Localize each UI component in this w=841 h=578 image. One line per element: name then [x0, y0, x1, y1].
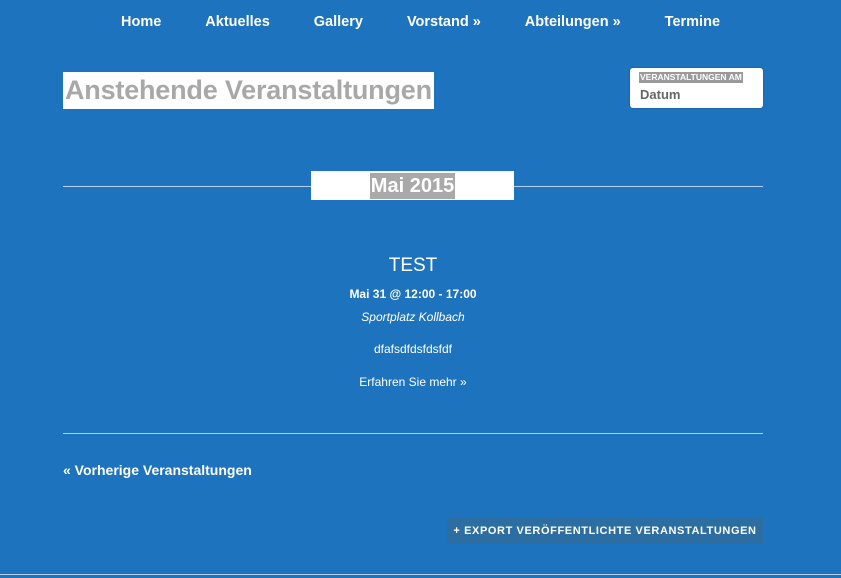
page-title: Anstehende Veranstaltungen	[63, 72, 434, 109]
nav-item-gallery[interactable]: Gallery	[292, 14, 385, 30]
month-label: Mai 2015	[369, 173, 456, 199]
export-button[interactable]: + EXPORT VERÖFFENTLICHTE VERANSTALTUNGEN	[447, 518, 763, 544]
event-title[interactable]: TEST	[63, 254, 763, 278]
date-filter-label: VERANSTALTUNGEN AM	[639, 72, 743, 83]
event-venue[interactable]: Sportplatz Kollbach	[63, 309, 763, 325]
previous-events-link[interactable]: « Vorherige Veranstaltungen	[63, 461, 252, 479]
event-datetime: Mai 31 @ 12:00 - 17:00	[349, 287, 477, 301]
nav-item-vorstand[interactable]: Vorstand »	[385, 14, 503, 30]
nav-item-termine[interactable]: Termine	[643, 14, 742, 30]
nav-item-abteilungen[interactable]: Abteilungen »	[503, 14, 643, 30]
nav-item-aktuelles[interactable]: Aktuelles	[183, 14, 291, 30]
main-nav: Home Aktuelles Gallery Vorstand » Abteil…	[0, 0, 841, 44]
event-description: dfafsdfdsfdsfdf	[373, 342, 453, 356]
divider	[63, 433, 763, 434]
nav-item-home[interactable]: Home	[99, 14, 183, 30]
read-more-link[interactable]: Erfahren Sie mehr »	[63, 374, 763, 390]
date-filter[interactable]: VERANSTALTUNGEN AM Datum	[630, 68, 763, 108]
month-separator: Mai 2015	[311, 171, 514, 200]
event-item: TEST Mai 31 @ 12:00 - 17:00 Sportplatz K…	[63, 254, 763, 390]
footer-divider	[0, 574, 841, 575]
date-filter-input[interactable]: Datum	[640, 87, 680, 103]
